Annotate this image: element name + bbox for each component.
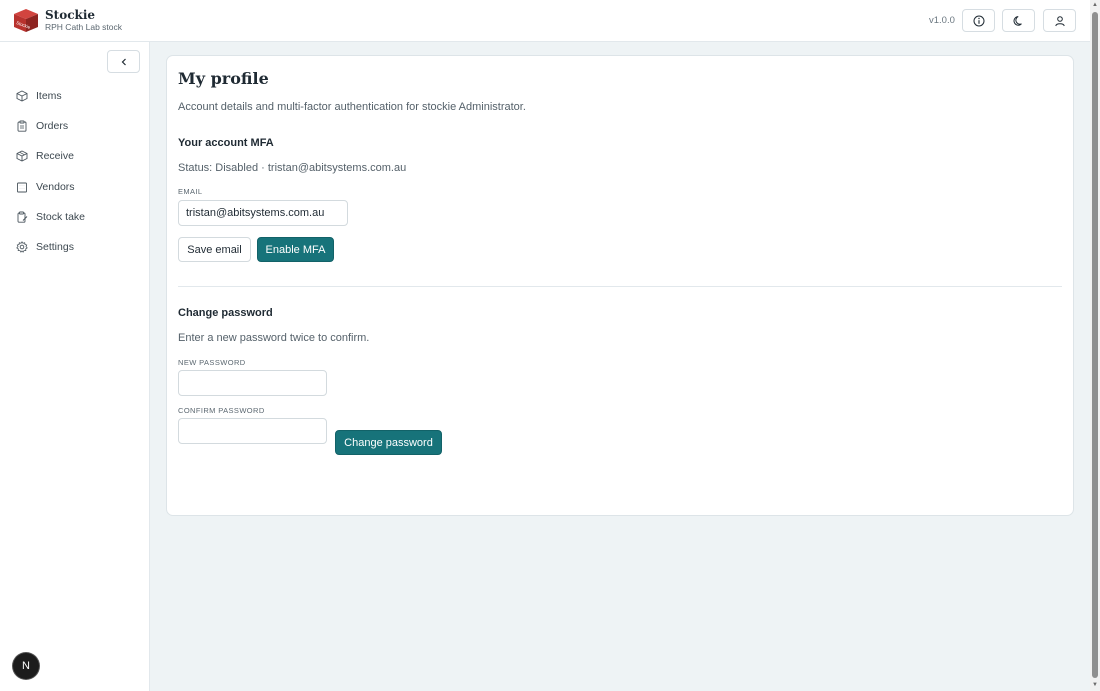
version-label: v1.0.0 [929, 15, 955, 26]
clipboard-icon [16, 120, 28, 132]
sidebar-item-stock-take[interactable]: Stock take [8, 205, 142, 229]
stockie-logo[interactable]: Stockie [13, 8, 39, 33]
scroll-thumb[interactable] [1092, 12, 1098, 678]
confirm-password-label: CONFIRM PASSWORD [178, 406, 265, 415]
profile-card: My profile Account details and multi-fac… [166, 55, 1074, 516]
sidebar-item-label: Stock take [36, 211, 86, 223]
change-password-button[interactable]: Change password [335, 430, 442, 455]
sidebar-item-label: Settings [36, 241, 74, 253]
account-button[interactable] [1043, 9, 1076, 32]
new-password-field[interactable] [178, 370, 327, 396]
chevron-left-icon [119, 57, 129, 67]
email-label: EMAIL [178, 187, 203, 196]
package-icon [16, 150, 28, 162]
enable-mfa-button[interactable]: Enable MFA [257, 237, 334, 262]
page-scrollbar[interactable]: ▲ ▼ [1090, 0, 1100, 691]
sidebar-item-vendors[interactable]: Vendors [8, 175, 142, 199]
new-password-label: NEW PASSWORD [178, 358, 246, 367]
clipboard-edit-icon [16, 211, 28, 223]
app-name: Stockie [45, 8, 96, 22]
collapse-sidebar-button[interactable] [107, 50, 140, 73]
scroll-down-arrow[interactable]: ▼ [1092, 681, 1098, 689]
theme-toggle-button[interactable] [1002, 9, 1035, 32]
confirm-password-field[interactable] [178, 418, 327, 444]
user-icon [1054, 15, 1066, 27]
mfa-section-title: Your account MFA [178, 137, 274, 149]
sidebar-item-orders[interactable]: Orders [8, 114, 142, 138]
page-title: My profile [178, 69, 269, 88]
gear-icon [16, 241, 28, 253]
top-bar: Stockie Stockie RPH Cath Lab stock v1.0.… [0, 0, 1090, 42]
save-email-button[interactable]: Save email [178, 237, 251, 262]
password-hint: Enter a new password twice to confirm. [178, 332, 370, 344]
cube-icon [16, 90, 28, 102]
moon-icon [1013, 15, 1025, 27]
sidebar-item-label: Receive [36, 150, 74, 162]
section-divider [178, 286, 1062, 287]
building-icon [16, 181, 28, 193]
sidebar-item-receive[interactable]: Receive [8, 144, 142, 168]
info-button[interactable] [962, 9, 995, 32]
mfa-status: Status: Disabled · tristan@abitsystems.c… [178, 162, 407, 174]
email-field[interactable] [178, 200, 348, 226]
avatar[interactable]: N [13, 653, 39, 679]
info-icon [973, 15, 985, 27]
page-description: Account details and multi-factor authent… [178, 101, 526, 113]
sidebar-item-label: Vendors [36, 181, 75, 193]
sidebar: Items Orders Receive Vendors Stock take … [0, 42, 150, 691]
password-section-title: Change password [178, 307, 273, 319]
sidebar-item-settings[interactable]: Settings [8, 235, 142, 259]
sidebar-item-items[interactable]: Items [8, 84, 142, 108]
sidebar-item-label: Orders [36, 120, 69, 132]
sidebar-item-label: Items [36, 90, 62, 102]
app-subtitle: RPH Cath Lab stock [45, 22, 123, 32]
scroll-up-arrow[interactable]: ▲ [1092, 1, 1098, 9]
